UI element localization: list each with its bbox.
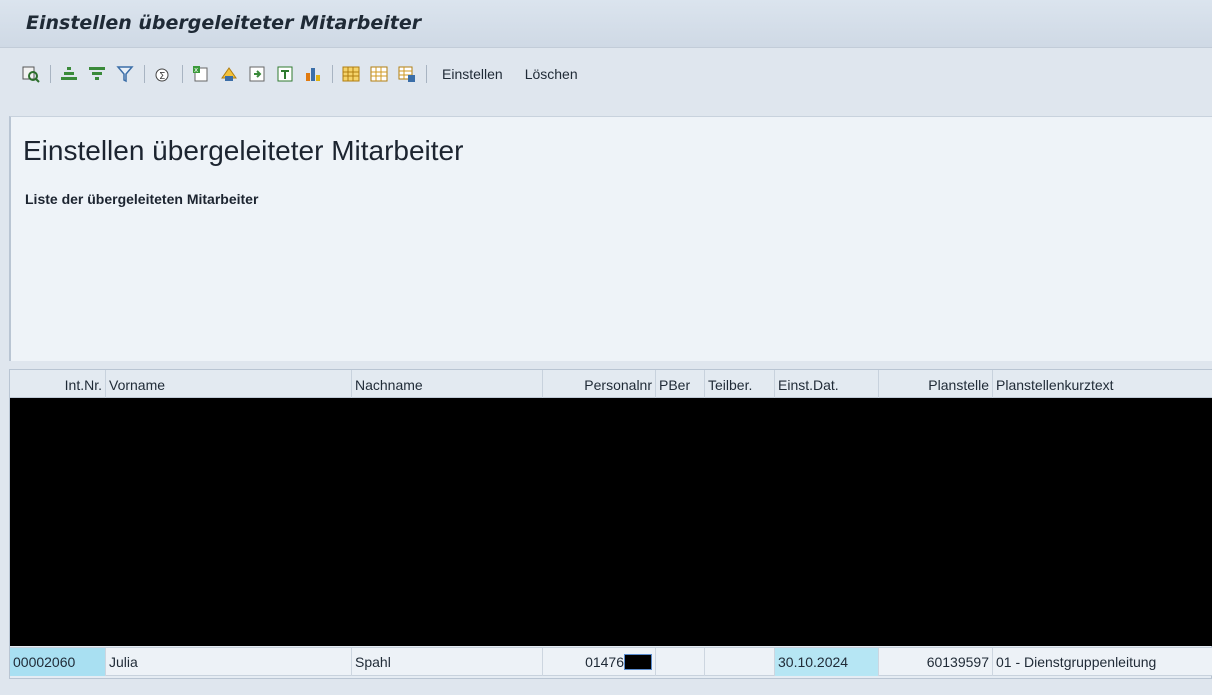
application-toolbar: Σ x Einstellen Löschen <box>0 49 1212 99</box>
column-header-vorname[interactable]: Vorname <box>106 370 352 398</box>
toolbar-separator <box>332 65 333 83</box>
change-layout-icon[interactable] <box>340 63 362 85</box>
graphics-icon[interactable] <box>274 63 296 85</box>
header-panel: Einstellen übergeleiteter Mitarbeiter Li… <box>9 116 1212 361</box>
cell-planstelle[interactable]: 60139597 <box>879 648 993 676</box>
toolbar-separator <box>144 65 145 83</box>
page-title: Einstellen übergeleiteter Mitarbeiter <box>23 135 464 166</box>
cell-einst-dat[interactable]: 30.10.2024 <box>775 648 879 676</box>
save-layout-icon[interactable] <box>396 63 418 85</box>
cell-personalnr[interactable]: 01476 <box>543 648 656 676</box>
chart-icon[interactable] <box>302 63 324 85</box>
column-header-nachname[interactable]: Nachname <box>352 370 543 398</box>
column-header-teilber[interactable]: Teilber. <box>705 370 775 398</box>
personalnr-value: 01476 <box>585 654 624 670</box>
toolbar-separator <box>182 65 183 83</box>
column-header-einst-dat[interactable]: Einst.Dat. <box>775 370 879 398</box>
cell-teilber[interactable] <box>705 648 775 676</box>
details-icon[interactable] <box>20 63 42 85</box>
loeschen-button[interactable]: Löschen <box>519 62 584 86</box>
cell-int-nr[interactable]: 00002060 <box>10 648 106 676</box>
cell-pber[interactable] <box>656 648 705 676</box>
select-layout-icon[interactable] <box>368 63 390 85</box>
einstellen-button[interactable]: Einstellen <box>436 62 509 86</box>
cell-nachname[interactable]: Spahl <box>352 648 543 676</box>
export-icon[interactable]: x <box>190 63 212 85</box>
redacted-rows <box>10 398 1212 646</box>
redacted-digits <box>624 654 652 671</box>
column-header-planstellenkurztext[interactable]: Planstellenkurztext <box>993 370 1212 398</box>
table-row[interactable]: 00002060 Julia Spahl 01476 30.10.2024 60… <box>10 647 1212 676</box>
filter-icon[interactable] <box>114 63 136 85</box>
toolbar-separator <box>426 65 427 83</box>
column-header-pber[interactable]: PBer <box>656 370 705 398</box>
sort-descending-icon[interactable] <box>86 63 108 85</box>
cell-vorname[interactable]: Julia <box>106 648 352 676</box>
total-icon[interactable]: Σ <box>152 63 174 85</box>
svg-text:x: x <box>194 66 198 74</box>
cell-planstellenkurztext[interactable]: 01 - Dienstgruppenleitung <box>993 648 1212 676</box>
employee-table: Int.Nr. Vorname Nachname Personalnr PBer… <box>9 369 1212 679</box>
layout-icon[interactable] <box>246 63 268 85</box>
window-title: Einstellen übergeleiteter Mitarbeiter <box>26 12 422 34</box>
column-header-planstelle[interactable]: Planstelle <box>879 370 993 398</box>
print-preview-icon[interactable] <box>218 63 240 85</box>
column-header-personalnr[interactable]: Personalnr <box>543 370 656 398</box>
svg-text:Σ: Σ <box>159 71 165 82</box>
column-header-int-nr[interactable]: Int.Nr. <box>10 370 106 398</box>
sort-ascending-icon[interactable] <box>58 63 80 85</box>
toolbar-separator <box>50 65 51 83</box>
table-header: Int.Nr. Vorname Nachname Personalnr PBer… <box>10 370 1212 398</box>
title-bar: Einstellen übergeleiteter Mitarbeiter <box>0 0 1212 48</box>
page-subtitle: Liste der übergeleiteten Mitarbeiter <box>25 191 259 207</box>
